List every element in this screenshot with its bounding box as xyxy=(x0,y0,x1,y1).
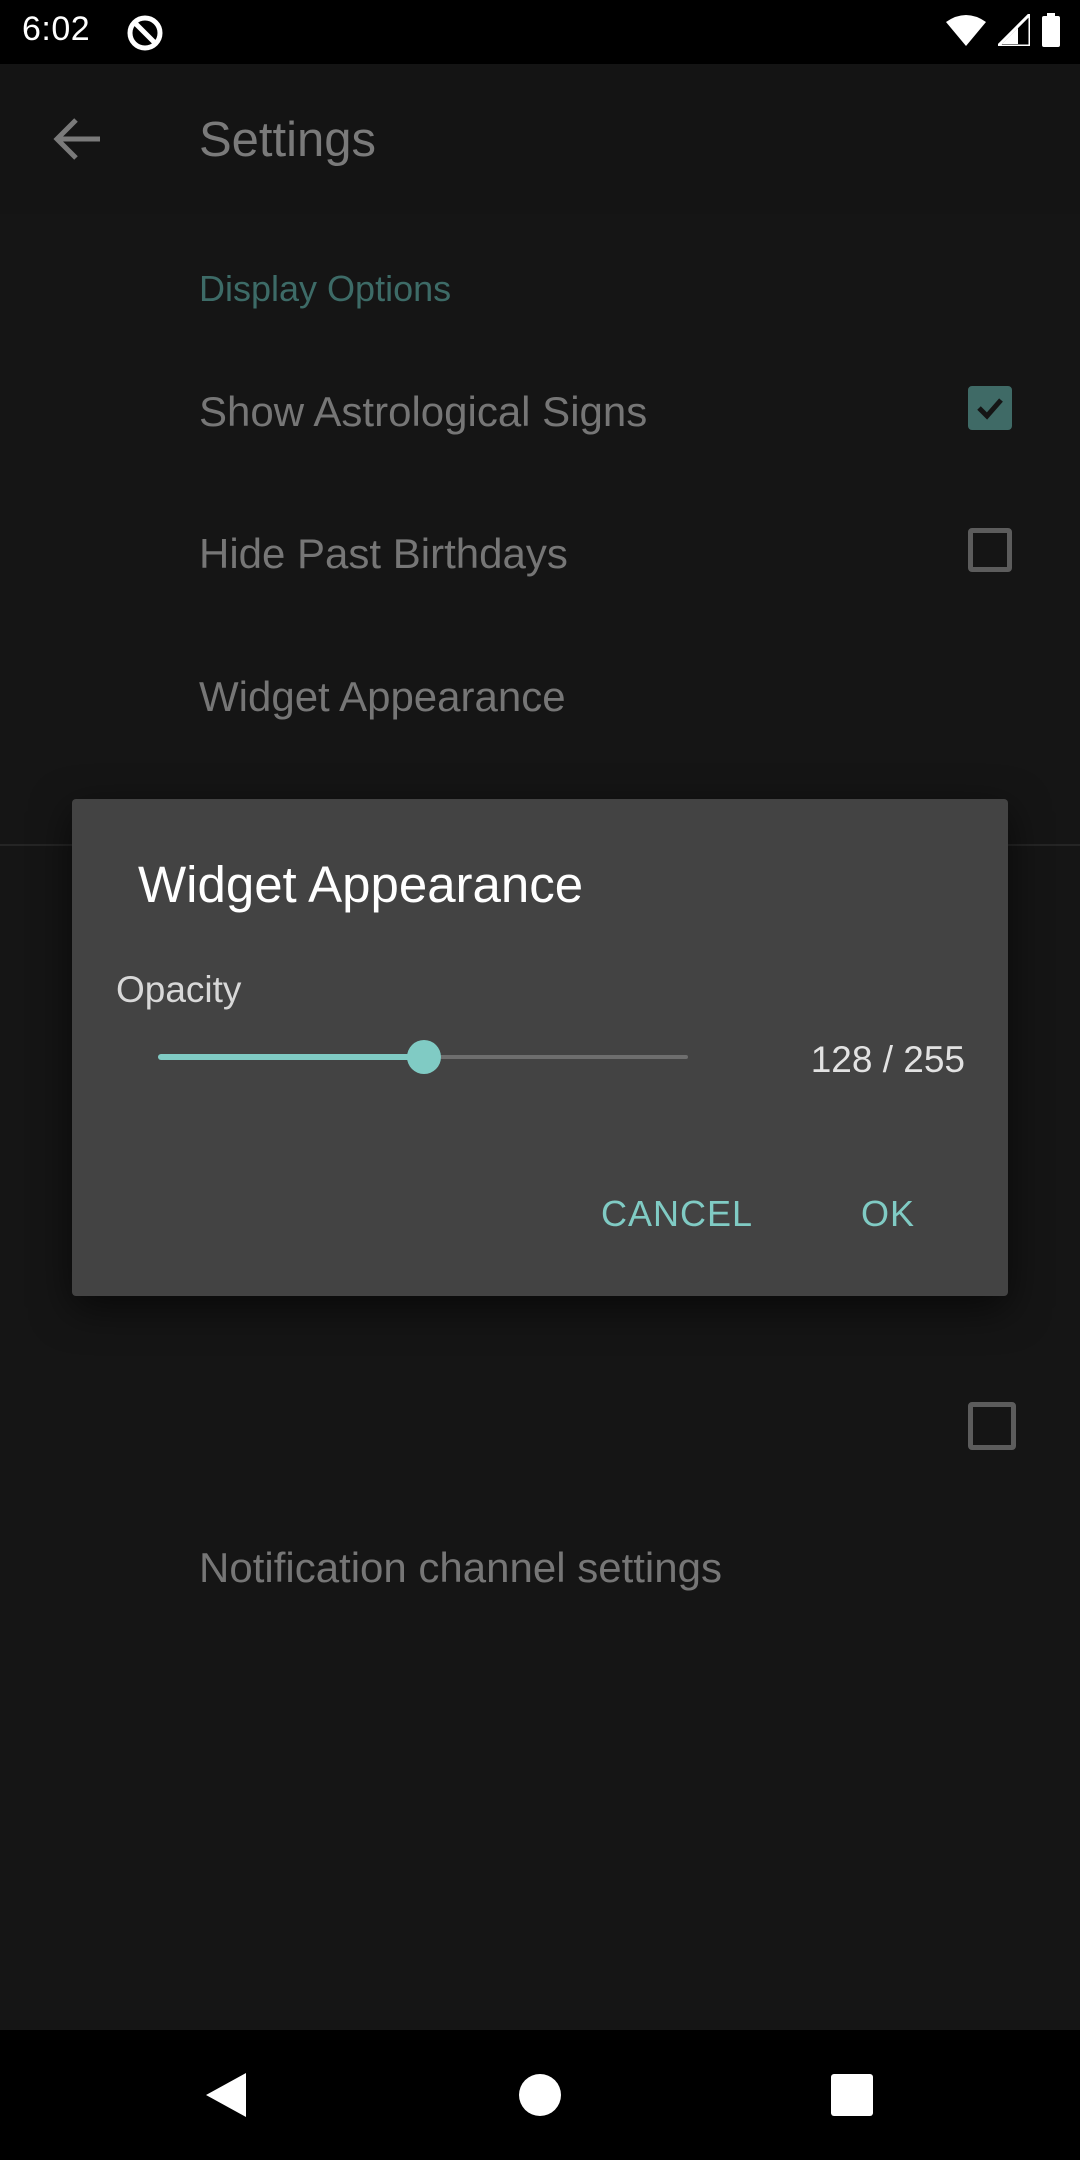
pref-notification-channel-settings[interactable]: Notification channel settings xyxy=(199,1544,722,1592)
checkbox-unchecked[interactable] xyxy=(968,528,1012,572)
slider-value-text: 128 / 255 xyxy=(810,1039,965,1080)
pref-label: Show Astrological Signs xyxy=(199,388,648,435)
page-title: Settings xyxy=(199,113,377,167)
slider-thumb[interactable] xyxy=(407,1040,442,1074)
wifi-icon xyxy=(946,14,986,51)
pref-label: Hide Past Birthdays xyxy=(199,530,568,577)
back-triangle-icon xyxy=(206,2073,246,2117)
battery-icon xyxy=(1042,12,1060,52)
status-time: 6:02 xyxy=(22,10,91,48)
app-bar: Settings xyxy=(0,64,1080,214)
cancel-button[interactable]: CANCEL xyxy=(601,1193,753,1235)
signal-icon xyxy=(994,9,1032,51)
section-header-display-options: Display Options xyxy=(199,268,452,309)
recents-square-icon xyxy=(831,2074,873,2116)
pref-widget-appearance[interactable]: Widget Appearance xyxy=(0,629,1080,769)
checkbox-checked[interactable] xyxy=(968,386,1012,430)
opacity-slider[interactable] xyxy=(158,1035,688,1079)
nav-recents-button[interactable] xyxy=(792,2030,912,2160)
navigation-bar xyxy=(0,2030,1080,2160)
nav-back-button[interactable] xyxy=(166,2030,286,2160)
dialog-title: Widget Appearance xyxy=(138,856,584,913)
ok-button[interactable]: OK xyxy=(861,1193,915,1235)
pref-show-astrological-signs[interactable]: Show Astrological Signs xyxy=(0,344,1080,484)
pref-label: Widget Appearance xyxy=(199,673,566,720)
data-saver-icon xyxy=(126,14,164,52)
pref-hide-past-birthdays[interactable]: Hide Past Birthdays xyxy=(0,486,1080,626)
widget-appearance-dialog: Widget Appearance Opacity 128 / 255 CANC… xyxy=(72,799,1008,1296)
slider-track-fill xyxy=(158,1054,425,1060)
status-icons xyxy=(946,9,1060,52)
checkbox-partial[interactable] xyxy=(968,1402,1016,1450)
home-circle-icon xyxy=(519,2074,561,2116)
opacity-label: Opacity xyxy=(116,969,242,1010)
nav-home-button[interactable] xyxy=(480,2030,600,2160)
status-bar: 6:02 xyxy=(0,0,1080,64)
arrow-back-icon[interactable] xyxy=(52,116,102,162)
